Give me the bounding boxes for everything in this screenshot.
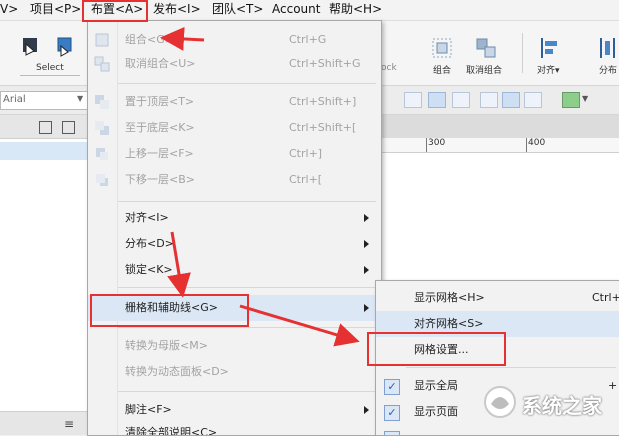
annotation-arrows [160,26,360,347]
arrow-to-grid-settings [239,304,360,347]
arrow-to-arrange [160,26,205,51]
watermark-text: 系统之家 [522,394,602,418]
watermark-logo-icon [484,386,516,418]
watermark: 系统之家 [482,380,614,424]
arrow-to-grid-guides [167,231,191,298]
